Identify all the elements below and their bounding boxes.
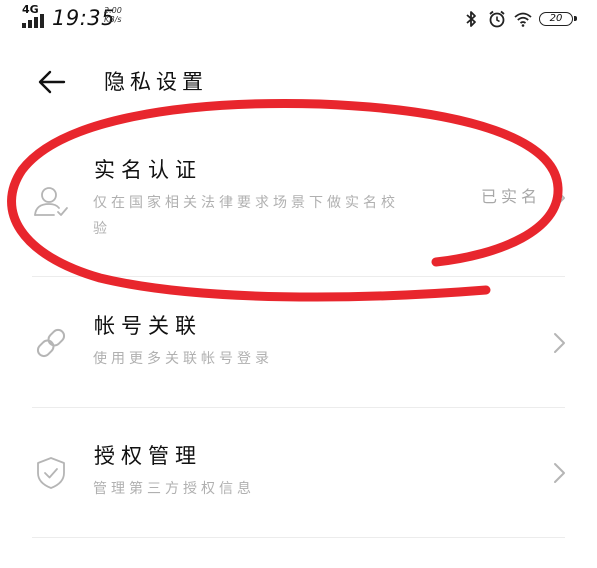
bluetooth-icon	[466, 11, 476, 27]
network-speed: 2.00 KB/s	[104, 6, 122, 24]
chevron-right-icon	[554, 188, 565, 208]
speed-value: 2.00	[104, 6, 122, 15]
divider	[32, 276, 565, 277]
link-icon	[36, 328, 66, 358]
status-bar: 4G 19:35 2.00 KB/s 20	[0, 0, 597, 40]
list-item-account-link[interactable]: 帐号关联 使用更多关联帐号登录	[0, 300, 597, 400]
signal-icon	[22, 14, 44, 28]
arrow-left-icon[interactable]	[36, 66, 68, 98]
alarm-clock-icon	[489, 10, 505, 28]
shield-check-icon	[37, 457, 65, 489]
divider	[32, 537, 565, 538]
list-item-real-name[interactable]: 实名认证 仅在国家相关法律要求场景下做实名校验 已实名	[0, 150, 597, 270]
wifi-icon	[514, 12, 532, 27]
chevron-right-icon	[554, 463, 565, 483]
user-verify-icon	[34, 187, 68, 216]
row-title: 授权管理	[94, 444, 202, 468]
speed-unit: KB/s	[104, 15, 122, 24]
row-description: 使用更多关联帐号登录	[93, 351, 273, 367]
list-item-authorization[interactable]: 授权管理 管理第三方授权信息	[0, 430, 597, 530]
row-title: 实名认证	[94, 158, 202, 182]
status-label: 已实名	[480, 187, 541, 206]
row-description: 仅在国家相关法律要求场景下做实名校验	[93, 195, 399, 237]
chevron-right-icon	[554, 333, 565, 353]
status-icons: 20	[461, 9, 577, 29]
page-title: 隐私设置	[104, 70, 208, 94]
divider	[32, 407, 565, 408]
header: 隐私设置	[0, 56, 597, 108]
battery-icon: 20	[539, 12, 577, 26]
row-description: 管理第三方授权信息	[93, 481, 255, 497]
battery-level: 20	[549, 13, 563, 24]
row-title: 帐号关联	[94, 314, 202, 338]
